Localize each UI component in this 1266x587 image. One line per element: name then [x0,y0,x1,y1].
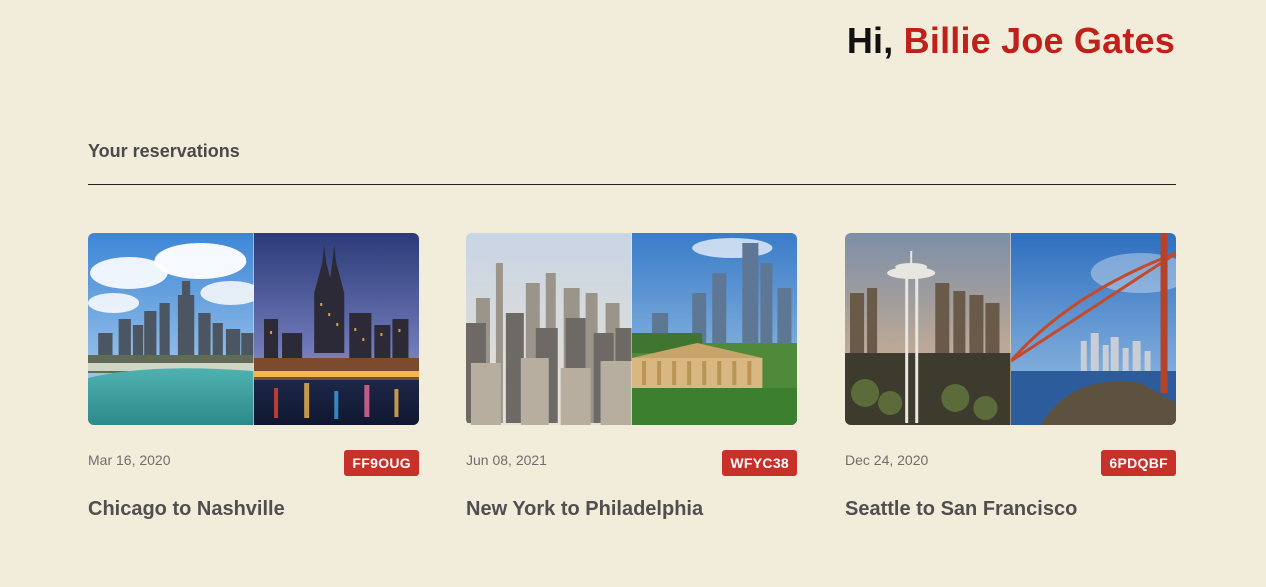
section-title: Your reservations [88,141,240,161]
user-name: Billie Joe Gates [903,20,1175,61]
reservation-meta: Jun 08, 2021 WFYC38 [466,450,797,478]
confirmation-code-badge: WFYC38 [722,450,797,476]
section-divider [88,184,1176,185]
new-york-skyline-photo [466,233,632,425]
chicago-skyline-photo [88,233,254,425]
reservation-date: Jun 08, 2021 [466,452,547,468]
reservation-route[interactable]: Seattle to San Francisco [845,498,1077,521]
reservation-card[interactable]: Dec 24, 2020 6PDQBF Seattle to San Franc… [845,233,1176,520]
reservation-image[interactable] [466,233,797,425]
reservation-date: Mar 16, 2020 [88,452,171,468]
reservation-meta: Dec 24, 2020 6PDQBF [845,450,1176,478]
nashville-skyline-photo [253,233,419,425]
reservation-date: Dec 24, 2020 [845,452,929,468]
confirmation-code-badge: 6PDQBF [1101,450,1176,476]
greeting-prefix: Hi, [846,20,894,61]
confirmation-code-badge: FF9OUG [344,450,419,476]
philadelphia-skyline-photo [631,233,797,425]
seattle-space-needle-photo [845,233,1011,425]
reservation-image[interactable] [845,233,1176,425]
san-francisco-golden-gate-photo [1010,233,1176,425]
reservation-route[interactable]: New York to Philadelphia [466,498,703,521]
reservation-route[interactable]: Chicago to Nashville [88,498,285,521]
reservations-list: Mar 16, 2020 FF9OUG Chicago to Nashville [88,233,1176,533]
reservation-card[interactable]: Mar 16, 2020 FF9OUG Chicago to Nashville [88,233,419,520]
greeting: Hi, Billie Joe Gates [847,20,1175,62]
reservation-image[interactable] [88,233,419,425]
reservation-card[interactable]: Jun 08, 2021 WFYC38 New York to Philadel… [466,233,797,520]
reservation-meta: Mar 16, 2020 FF9OUG [88,450,419,478]
